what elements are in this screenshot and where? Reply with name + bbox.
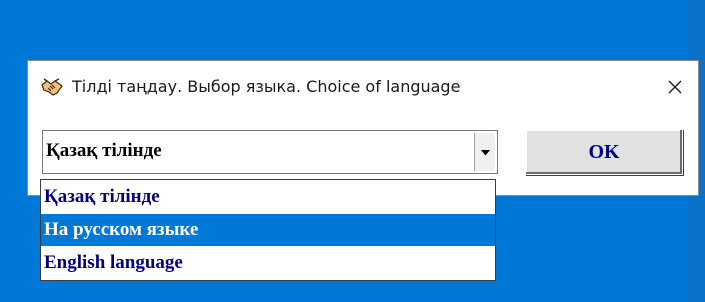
language-dropdown-list: Қазақ тілінде На русском языке English l…: [40, 179, 496, 281]
language-choice-dialog: Тілді таңдау. Выбор языка. Choice of lan…: [27, 60, 699, 196]
dropdown-arrow-button[interactable]: [474, 133, 495, 171]
dropdown-option-english[interactable]: English language: [41, 247, 495, 279]
handshake-icon: [41, 78, 63, 98]
dropdown-arrow-icon: [480, 143, 490, 161]
dropdown-option-kazakh[interactable]: Қазақ тілінде: [41, 181, 495, 213]
title-bar[interactable]: Тілді таңдау. Выбор языка. Choice of lan…: [28, 61, 698, 118]
language-combobox[interactable]: Қазақ тілінде: [42, 130, 498, 174]
combobox-selected-value: Қазақ тілінде: [46, 140, 162, 161]
dialog-title: Тілді таңдау. Выбор языка. Choice of lan…: [72, 77, 461, 96]
ok-button[interactable]: OK: [525, 129, 683, 175]
close-button[interactable]: [652, 61, 698, 117]
dropdown-option-russian[interactable]: На русском языке: [41, 214, 495, 246]
close-icon: [668, 80, 682, 99]
